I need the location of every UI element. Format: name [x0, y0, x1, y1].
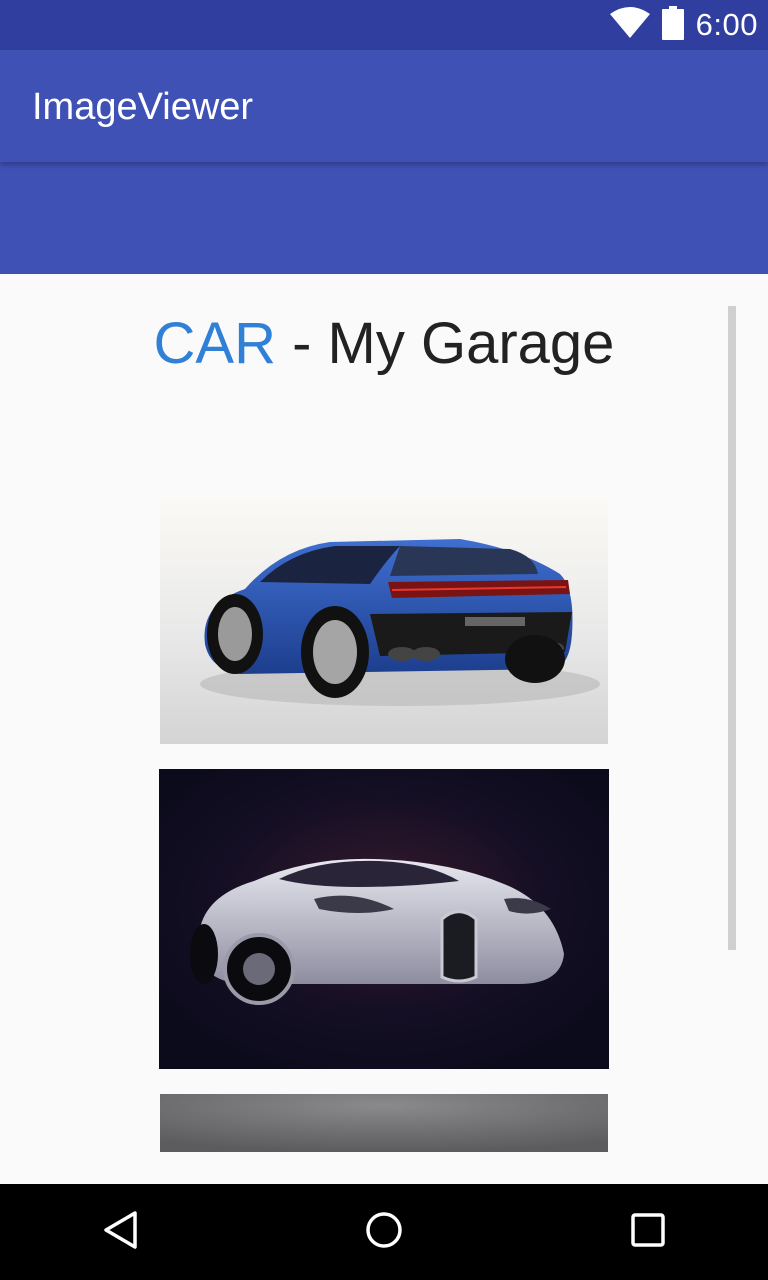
home-icon: [364, 1210, 404, 1255]
battery-icon: [661, 5, 684, 45]
back-button[interactable]: [90, 1202, 150, 1262]
back-icon: [102, 1210, 138, 1255]
app-bar-extension: [0, 162, 768, 274]
status-icons: 6:00: [609, 0, 758, 50]
car-image-partial[interactable]: [160, 1094, 608, 1152]
home-button[interactable]: [354, 1202, 414, 1262]
app-bar: ImageViewer: [0, 50, 768, 162]
car-image-blue-coupe[interactable]: [160, 494, 608, 744]
recents-icon: [631, 1212, 665, 1252]
page-heading: CAR - My Garage: [0, 310, 768, 377]
heading-accent: CAR: [153, 311, 277, 376]
status-bar: 6:00: [0, 0, 768, 50]
car-image-silver-supercar[interactable]: [159, 769, 609, 1069]
navigation-bar: [0, 1184, 768, 1280]
heading-rest: - My Garage: [276, 311, 615, 376]
scrollbar[interactable]: [728, 306, 736, 950]
scroll-content[interactable]: CAR - My Garage: [0, 274, 768, 1184]
status-clock: 6:00: [695, 7, 758, 42]
app-title: ImageViewer: [32, 86, 254, 128]
wifi-icon: [609, 6, 650, 44]
recents-button[interactable]: [618, 1202, 678, 1262]
